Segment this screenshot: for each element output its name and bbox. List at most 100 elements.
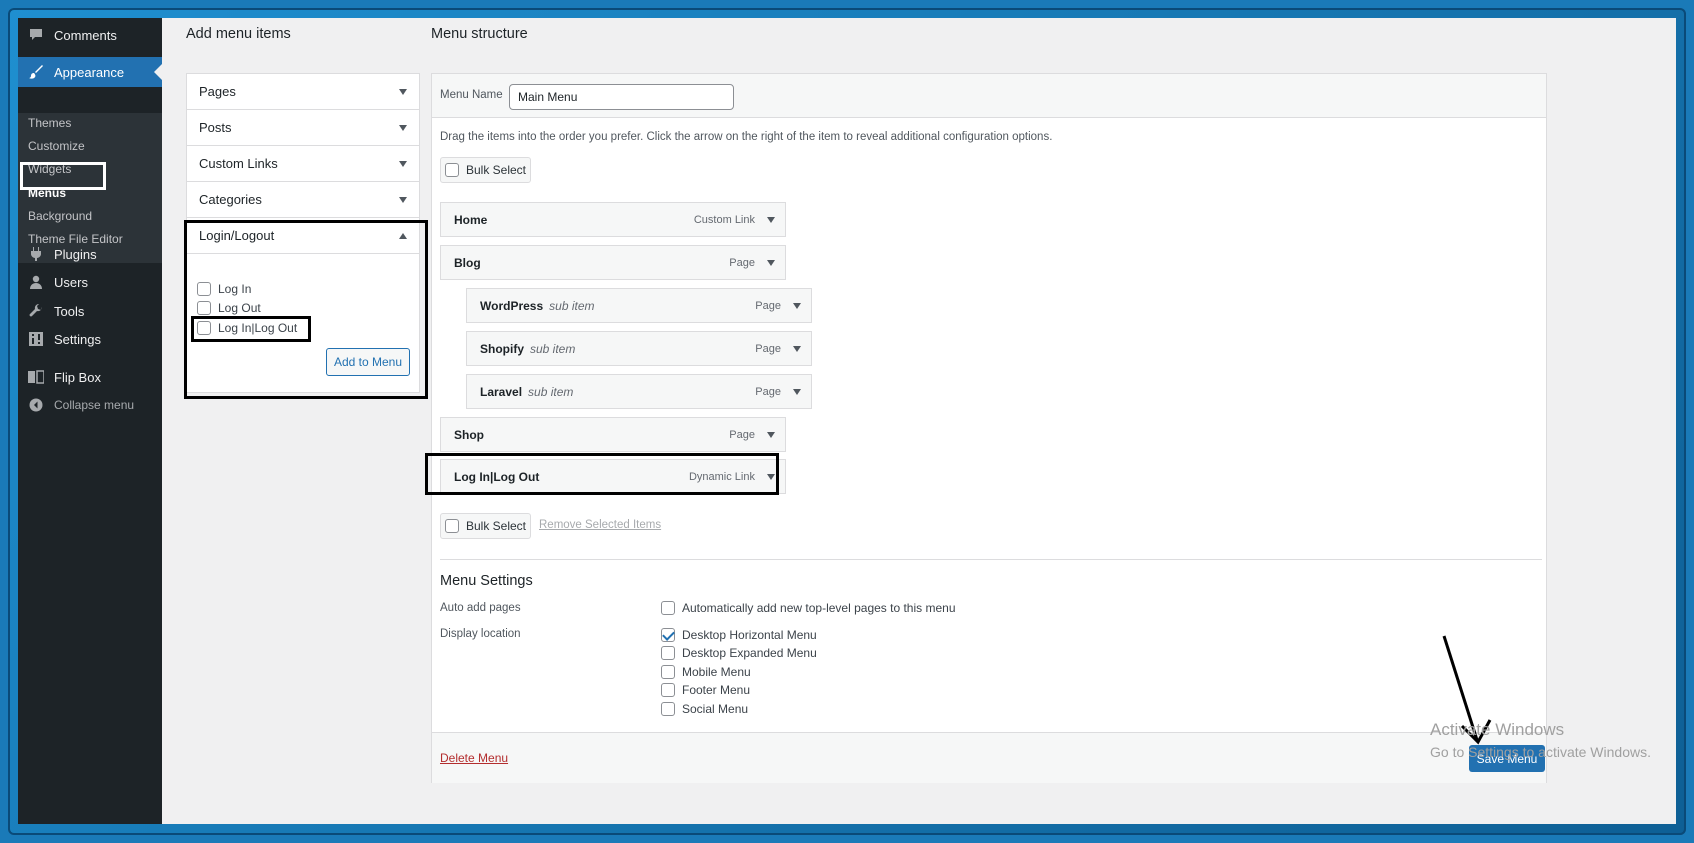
chevron-down-icon (399, 196, 407, 203)
log-in-log-out-highlight-box (191, 316, 311, 342)
menu-name-label: Menu Name (440, 89, 503, 101)
accordion-categories[interactable]: Categories (187, 182, 419, 218)
auto-add-option[interactable]: Automatically add new top-level pages to… (661, 601, 956, 615)
current-pointer (154, 64, 162, 80)
admin-sidebar: Comments Appearance Themes Customize Wid… (18, 18, 162, 824)
sidebar-item-users[interactable]: Users (18, 267, 162, 297)
sidebar-label-appearance: Appearance (54, 64, 125, 80)
sidebar-label-tools: Tools (54, 303, 85, 319)
auto-add-label: Auto add pages (440, 602, 521, 614)
sidebar-label-plugins: Plugins (54, 246, 97, 262)
option-label: Desktop Expanded Menu (682, 646, 817, 660)
option-label: Automatically add new top-level pages to… (682, 601, 956, 615)
option-label: Social Menu (682, 702, 749, 716)
sidebar-item-appearance[interactable]: Appearance (18, 57, 162, 87)
checkbox[interactable] (444, 519, 459, 533)
location-mobile[interactable]: Mobile Menu (661, 665, 751, 679)
menu-item-wordpress[interactable]: WordPress sub item Page (466, 288, 812, 323)
item-sub-label: sub item (530, 341, 576, 356)
location-desktop-expanded[interactable]: Desktop Expanded Menu (661, 646, 817, 660)
delete-menu-link[interactable]: Delete Menu (440, 751, 508, 765)
location-desktop-horizontal[interactable]: Desktop Horizontal Menu (661, 628, 817, 642)
checkbox-checked[interactable] (661, 628, 675, 642)
chevron-down-icon[interactable] (767, 431, 775, 438)
accordion-custom-links[interactable]: Custom Links (187, 146, 419, 182)
location-social[interactable]: Social Menu (661, 702, 748, 716)
checkbox[interactable] (661, 646, 675, 660)
submenu-customize[interactable]: Customize (28, 139, 85, 153)
item-title: Shop (454, 427, 484, 442)
accordion-pages[interactable]: Pages (187, 74, 419, 110)
item-type: Page (729, 256, 755, 269)
display-location-label: Display location (440, 628, 521, 640)
accordion-label: Custom Links (199, 156, 278, 171)
remove-selected-link[interactable]: Remove Selected Items (539, 519, 661, 531)
chevron-down-icon[interactable] (793, 345, 801, 352)
add-menu-items-heading: Add menu items (186, 26, 291, 42)
chevron-down-icon[interactable] (767, 216, 775, 223)
accordion-posts[interactable]: Posts (187, 110, 419, 146)
option-label: Desktop Horizontal Menu (682, 628, 817, 642)
new-item-highlight-box (425, 453, 779, 495)
sidebar-item-plugins[interactable]: Plugins (18, 239, 162, 269)
menu-item-laravel[interactable]: Laravel sub item Page (466, 374, 812, 409)
collapse-icon (28, 397, 44, 413)
sidebar-item-comments[interactable]: Comments (18, 20, 162, 50)
sidebar-item-settings[interactable]: Settings (18, 324, 162, 354)
bulk-select-top[interactable]: Bulk Select (440, 157, 531, 183)
menu-settings-heading: Menu Settings (440, 573, 533, 589)
menu-name-bar: Menu Name Main Menu (432, 74, 1546, 118)
sidebar-label-settings: Settings (54, 331, 101, 347)
option-label: Footer Menu (682, 683, 751, 697)
item-title: Shopify (480, 341, 524, 356)
main-content: Add menu items Menu structure Pages Post… (162, 18, 1676, 824)
chevron-down-icon (399, 88, 407, 95)
menu-item-home[interactable]: Home Custom Link (440, 202, 786, 237)
option-label: Mobile Menu (682, 665, 751, 679)
accordion-label: Pages (199, 84, 236, 99)
bulk-select-bottom[interactable]: Bulk Select (440, 513, 531, 539)
wp-admin-screen: Comments Appearance Themes Customize Wid… (18, 18, 1676, 824)
sidebar-item-flipbox[interactable]: Flip Box (18, 362, 162, 392)
login-logout-highlight-box (184, 220, 428, 399)
item-type: Page (755, 385, 781, 398)
accordion-label: Categories (199, 192, 262, 207)
sidebar-item-tools[interactable]: Tools (18, 296, 162, 326)
checkbox[interactable] (661, 683, 675, 697)
activate-windows-watermark: Activate Windows Go to Settings to activ… (1430, 720, 1651, 760)
item-title: WordPress (480, 298, 544, 313)
checkbox[interactable] (661, 702, 675, 716)
item-title: Home (454, 212, 488, 227)
submenu-themes[interactable]: Themes (28, 116, 71, 130)
menu-structure-heading: Menu structure (431, 26, 528, 42)
menu-item-shopify[interactable]: Shopify sub item Page (466, 331, 812, 366)
chevron-down-icon[interactable] (767, 259, 775, 266)
item-type: Custom Link (693, 213, 755, 226)
location-footer[interactable]: Footer Menu (661, 683, 750, 697)
plugin-icon (28, 246, 44, 262)
chevron-down-icon[interactable] (793, 302, 801, 309)
checkbox[interactable] (661, 601, 675, 615)
item-title: Laravel (480, 384, 523, 399)
menu-name-input[interactable]: Main Menu (509, 84, 734, 110)
collapse-menu-button[interactable]: Collapse menu (18, 390, 162, 420)
chevron-down-icon[interactable] (793, 388, 801, 395)
bulk-select-label: Bulk Select (465, 519, 527, 533)
submenu-background[interactable]: Background (28, 209, 92, 223)
menu-item-shop[interactable]: Shop Page (440, 417, 786, 452)
sidebar-label-users: Users (54, 274, 88, 290)
chevron-down-icon (399, 160, 407, 167)
watermark-line1: Activate Windows (1430, 720, 1565, 739)
item-sub-label: sub item (549, 298, 595, 313)
sidebar-label-flipbox: Flip Box (54, 369, 101, 385)
sidebar-label-comments: Comments (54, 27, 117, 43)
menu-item-blog[interactable]: Blog Page (440, 245, 786, 280)
settings-sliders-icon (28, 331, 44, 347)
wrench-icon (28, 303, 44, 319)
checkbox[interactable] (444, 163, 459, 177)
user-icon (28, 274, 44, 290)
checkbox[interactable] (661, 665, 675, 679)
accordion-label: Posts (199, 120, 232, 135)
item-title: Blog (454, 255, 481, 270)
item-sub-label: sub item (528, 384, 574, 399)
